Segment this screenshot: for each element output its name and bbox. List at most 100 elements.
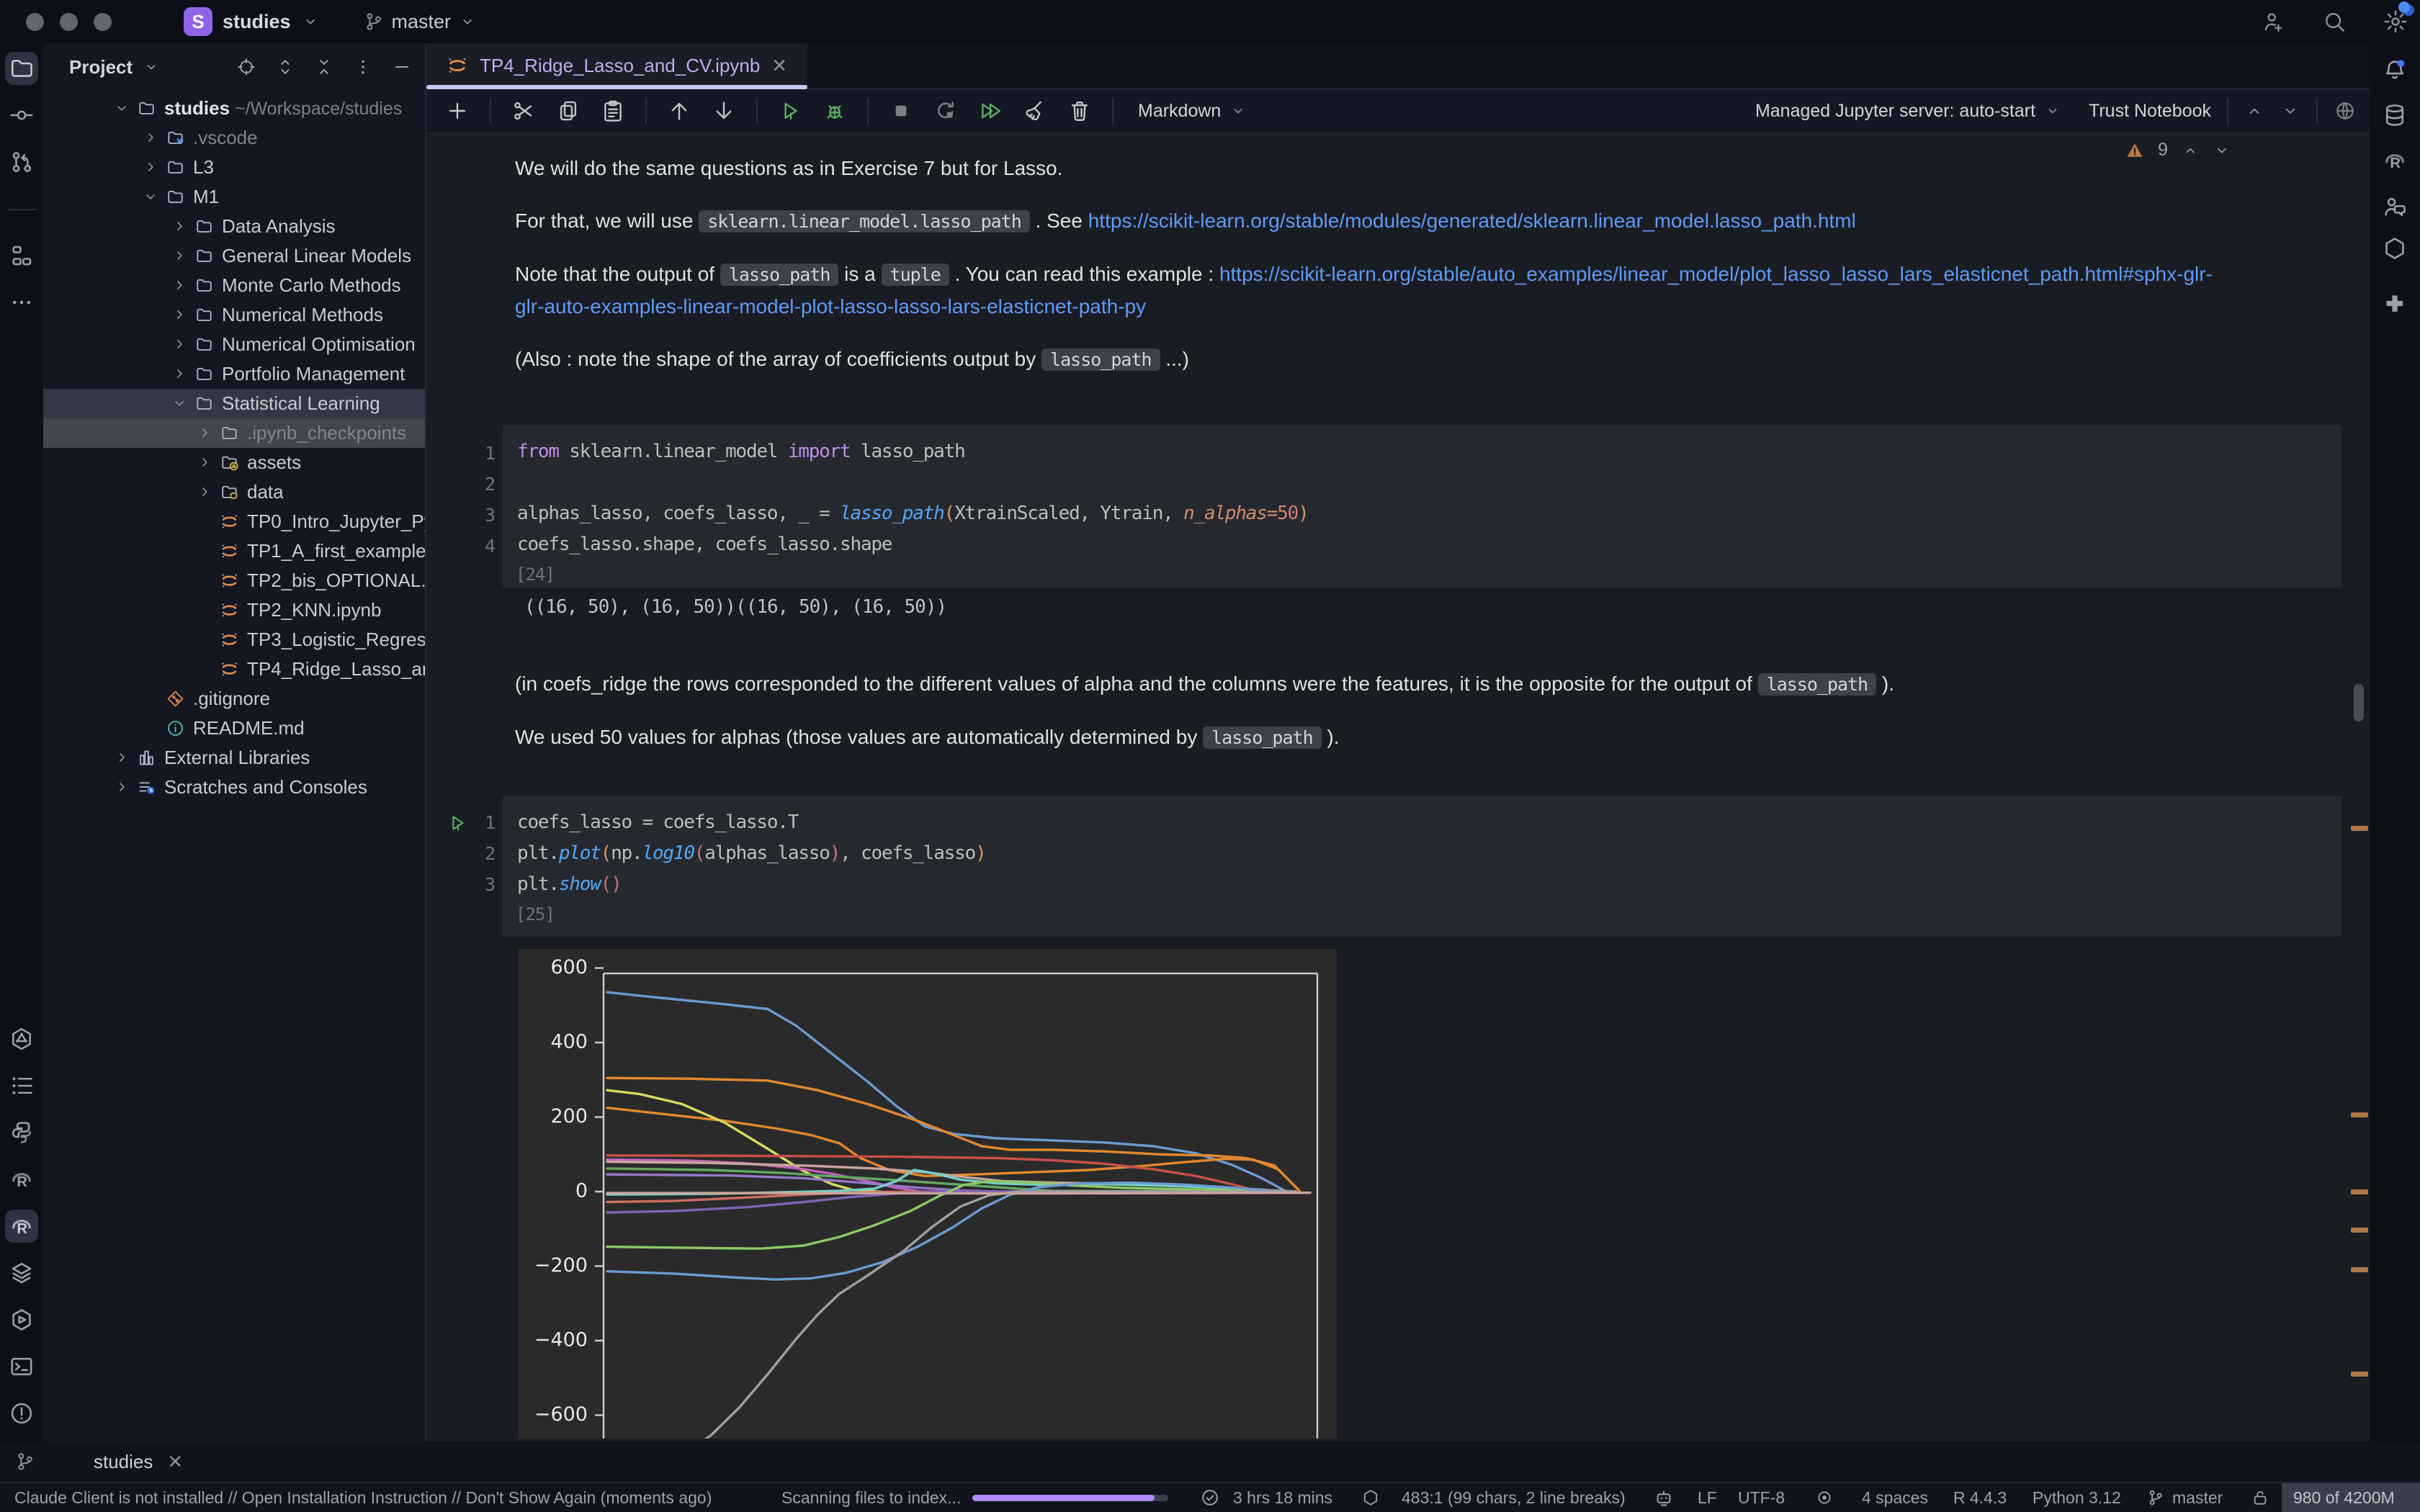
- hide-icon[interactable]: [392, 57, 412, 77]
- unlock-icon[interactable]: [2251, 1488, 2269, 1507]
- code-line[interactable]: from sklearn.linear_model import lasso_p…: [503, 436, 2341, 467]
- branch-widget[interactable]: master: [363, 11, 478, 33]
- maximize-window-button[interactable]: [94, 13, 112, 31]
- code-line[interactable]: coefs_lasso.shape, coefs_lasso.shape: [503, 529, 2341, 560]
- project-panel-title[interactable]: Project: [69, 56, 133, 78]
- stripe-pull-request-icon[interactable]: [5, 145, 38, 179]
- previous-cell-button[interactable]: [2244, 101, 2264, 121]
- move-up-button[interactable]: [667, 99, 691, 123]
- r-version[interactable]: R 4.4.3: [1953, 1483, 2007, 1512]
- warning-stripe-mark[interactable]: [2351, 1372, 2368, 1377]
- tree-item-readme-md[interactable]: README.md: [43, 714, 425, 743]
- tree-item--gitignore[interactable]: .gitignore: [43, 684, 425, 714]
- stripe-structure-icon[interactable]: [5, 239, 38, 272]
- locate-icon[interactable]: [236, 57, 256, 77]
- warning-stripe-mark[interactable]: [2351, 1267, 2368, 1272]
- close-window-button[interactable]: [26, 13, 44, 31]
- tree-item-tp2-knn-ipynb[interactable]: TP2_KNN.ipynb: [43, 595, 425, 625]
- minimize-window-button[interactable]: [60, 13, 78, 31]
- clear-outputs-button[interactable]: [1023, 99, 1047, 123]
- tree-item-numerical-methods[interactable]: Numerical Methods: [43, 300, 425, 330]
- highlighting-level-icon[interactable]: [1815, 1488, 1834, 1507]
- markdown-link[interactable]: https://scikit-learn.org/stable/modules/…: [1088, 210, 1856, 232]
- tree-item-assets[interactable]: assets: [43, 448, 425, 477]
- stripe-r-packages-icon[interactable]: R: [2378, 144, 2411, 177]
- stripe-notifications-icon[interactable]: [2378, 54, 2411, 87]
- line-separator[interactable]: LF: [1698, 1483, 1717, 1512]
- tree-item-l3[interactable]: L3: [43, 153, 425, 182]
- tree-item-data-analysis[interactable]: Data Analysis: [43, 212, 425, 241]
- run-icon[interactable]: [447, 812, 468, 834]
- settings-button[interactable]: [2383, 9, 2408, 35]
- cell-type-dropdown[interactable]: Markdown: [1138, 101, 1247, 122]
- stop-kernel-button[interactable]: [889, 99, 913, 123]
- stripe-layers-icon[interactable]: [5, 1256, 38, 1290]
- session-time[interactable]: 3 hrs 18 mins: [1233, 1483, 1332, 1512]
- close-tab-icon[interactable]: ✕: [771, 55, 787, 77]
- markdown-link[interactable]: glr-auto-examples-linear-model-plot-lass…: [515, 295, 1146, 318]
- stripe-r-console-icon[interactable]: R: [5, 1163, 38, 1196]
- debug-cell-button[interactable]: [823, 99, 847, 123]
- tree-item-tp2-bis-optional-ipynb[interactable]: TP2_bis_OPTIONAL.ipynb: [43, 566, 425, 595]
- stripe-python-icon[interactable]: [5, 1116, 38, 1149]
- delete-cell-button[interactable]: [1067, 99, 1092, 123]
- tree-item-tp3-logistic-regression-and-more-ipynb[interactable]: TP3_Logistic_Regression_and_more.ipynb: [43, 625, 425, 654]
- tree-item-data[interactable]: data: [43, 477, 425, 507]
- hexagon-icon[interactable]: [1361, 1488, 1380, 1507]
- run-all-button[interactable]: [978, 99, 1003, 123]
- run-cell-button[interactable]: [778, 99, 802, 123]
- add-user-icon[interactable]: [2262, 9, 2286, 34]
- code-line[interactable]: [503, 467, 2341, 498]
- code-cell[interactable]: from sklearn.linear_model import lasso_p…: [503, 425, 2341, 588]
- restart-kernel-button[interactable]: [933, 99, 958, 123]
- indent-style[interactable]: 4 spaces: [1862, 1483, 1928, 1512]
- stripe-ai-assistant-icon[interactable]: [5, 1022, 38, 1056]
- tree-item-monte-carlo-methods[interactable]: Monte Carlo Methods: [43, 271, 425, 300]
- expand-all-icon[interactable]: [275, 57, 295, 77]
- tree-item-external-libraries[interactable]: External Libraries: [43, 743, 425, 773]
- chevron-up-icon[interactable]: [2244, 101, 2264, 121]
- status-message[interactable]: Claude Client is not installed // Open I…: [14, 1483, 712, 1512]
- hexagon-icon[interactable]: [1361, 1483, 1380, 1512]
- stripe-plugin-icon[interactable]: [2378, 288, 2411, 321]
- stripe-project-folder-icon[interactable]: [5, 52, 38, 85]
- tree-item-scratches-and-consoles[interactable]: Scratches and Consoles: [43, 773, 425, 802]
- code-line[interactable]: coefs_lasso = coefs_lasso.T: [503, 807, 2341, 838]
- tree-item-tp4-ridge-lasso-and-cv-ipynb[interactable]: TP4_Ridge_Lasso_and_CV.ipynb: [43, 654, 425, 684]
- stripe-terminal-icon[interactable]: [5, 1350, 38, 1383]
- editor-tab-active[interactable]: TP4_Ridge_Lasso_and_CV.ipynb ✕: [426, 43, 807, 88]
- run-cell-gutter-icon[interactable]: [447, 812, 468, 834]
- notebook-content[interactable]: 9 We will do the same questions as in Ex…: [426, 134, 2370, 1441]
- stripe-database-icon[interactable]: [2378, 99, 2411, 132]
- ai-status-icon[interactable]: [1654, 1488, 1674, 1508]
- tree-item-numerical-optimisation[interactable]: Numerical Optimisation: [43, 330, 425, 359]
- unlock-icon[interactable]: [2251, 1483, 2269, 1512]
- collapse-all-icon[interactable]: [314, 57, 334, 77]
- tree-item-general-linear-models[interactable]: General Linear Models: [43, 241, 425, 271]
- stripe-commit-icon[interactable]: [5, 99, 38, 132]
- globe-icon[interactable]: [2334, 99, 2357, 122]
- copy-cell-button[interactable]: [556, 99, 581, 123]
- add-cell-button[interactable]: [445, 99, 470, 123]
- stripe-r-tools-icon[interactable]: R: [5, 1210, 38, 1243]
- code-line[interactable]: plt.show(): [503, 869, 2341, 900]
- search-icon[interactable]: [2322, 9, 2347, 34]
- tree-item-tp1-a-first-example-ipynb[interactable]: TP1_A_first_example.ipynb: [43, 536, 425, 566]
- memory-indicator[interactable]: 980 of 4200M: [2282, 1483, 2420, 1512]
- close-icon[interactable]: ✕: [167, 1451, 183, 1473]
- markdown-cell[interactable]: (in coefs_ridge the rows corresponded to…: [515, 668, 2280, 775]
- tree-item-tp0-intro-jupyter-python-ipynb[interactable]: TP0_Intro_Jupyter_Python.ipynb: [43, 507, 425, 536]
- project-widget[interactable]: S studies: [184, 7, 320, 36]
- editor-scrollbar[interactable]: [2354, 684, 2364, 721]
- highlighting-level-icon[interactable]: [1815, 1483, 1834, 1512]
- code-line[interactable]: alphas_lasso, coefs_lasso, _ = lasso_pat…: [503, 498, 2341, 529]
- markdown-link[interactable]: https://scikit-learn.org/stable/auto_exa…: [1219, 263, 2213, 285]
- paste-cell-button[interactable]: [601, 99, 625, 123]
- python-interpreter[interactable]: Python 3.12: [2033, 1483, 2121, 1512]
- next-cell-button[interactable]: [2280, 101, 2300, 121]
- move-down-button[interactable]: [712, 99, 736, 123]
- tree-item--vscode[interactable]: .vscode: [43, 123, 425, 153]
- caret-position[interactable]: 483:1 (99 chars, 2 line breaks): [1402, 1483, 1626, 1512]
- tree-item-portfolio-management[interactable]: Portfolio Management: [43, 359, 425, 389]
- globe-icon[interactable]: [2334, 99, 2357, 122]
